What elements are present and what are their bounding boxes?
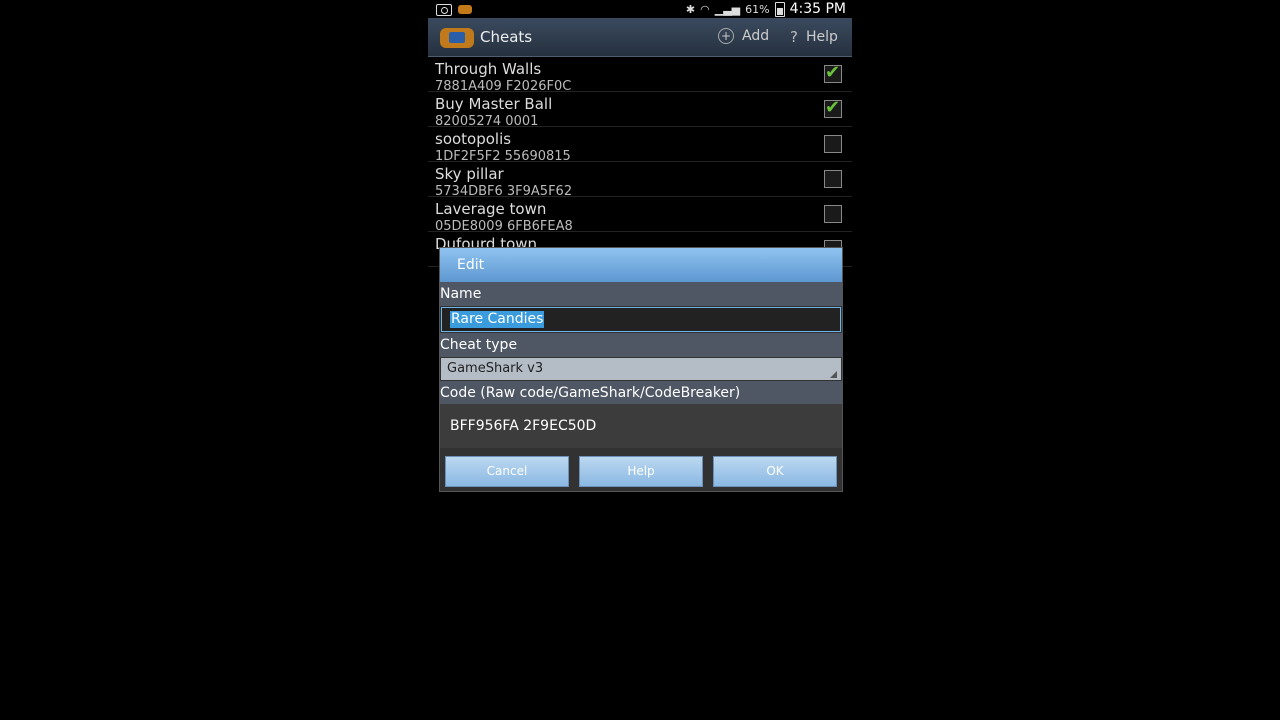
cheat-row[interactable]: Sky pillar 5734DBF6 3F9A5F62 <box>428 162 852 197</box>
phone-screen: ✱ ◠ ▁▃▅ 61% 4:35 PM Cheats + Add ? Help … <box>428 0 852 720</box>
cheat-name: sootopolis <box>435 130 512 148</box>
cheat-enabled-checkbox[interactable] <box>824 97 842 118</box>
code-label-text: Code (Raw code/GameShark/CodeBreaker) <box>440 385 741 401</box>
screen-title: Cheats <box>480 28 533 46</box>
help-button[interactable]: ? Help <box>790 28 838 46</box>
code-label: Code (Raw code/GameShark/CodeBreaker) <box>440 381 842 405</box>
cheat-type-select[interactable]: GameShark v3 <box>441 358 841 380</box>
dialog-title-bar: Edit <box>440 248 842 282</box>
cheat-enabled-checkbox[interactable] <box>824 62 842 83</box>
cheat-row[interactable]: Laverage town 05DE8009 6FB6FEA8 <box>428 197 852 232</box>
cheat-name: Buy Master Ball <box>435 95 553 113</box>
cancel-button[interactable]: Cancel <box>445 456 569 487</box>
help-label: Help <box>805 29 838 45</box>
cheat-enabled-checkbox[interactable] <box>824 135 842 153</box>
name-field-value: Rare Candies <box>450 311 545 328</box>
code-field[interactable]: BFF956FA 2F9EC50D <box>440 404 842 448</box>
camera-icon <box>436 4 452 16</box>
name-label-text: Name <box>440 286 482 302</box>
ok-button[interactable]: OK <box>713 456 837 487</box>
help-icon: ? <box>790 28 798 46</box>
name-label: Name <box>440 282 842 306</box>
gba-notification-icon <box>458 5 472 14</box>
name-field[interactable]: Rare Candies <box>441 307 841 332</box>
status-bar: ✱ ◠ ▁▃▅ 61% 4:35 PM <box>428 0 852 18</box>
bluetooth-icon: ✱ <box>685 2 696 16</box>
clock: 4:35 PM <box>789 1 846 17</box>
battery-percent: 61% <box>745 2 770 16</box>
cheat-enabled-checkbox[interactable] <box>824 170 842 188</box>
gba-app-icon[interactable] <box>440 28 474 48</box>
action-bar: Cheats + Add ? Help <box>428 18 852 57</box>
battery-icon <box>774 1 785 17</box>
signal-icon: ▁▃▅ <box>714 2 741 16</box>
cheat-type-label: Cheat type <box>440 333 842 357</box>
cheat-row[interactable]: Buy Master Ball 82005274 0001 <box>428 92 852 127</box>
dropdown-corner-icon <box>830 371 837 378</box>
cheat-code: 1DF2F5F2 55690815 <box>435 149 571 162</box>
cheat-row[interactable]: sootopolis 1DF2F5F2 55690815 <box>428 127 852 162</box>
cheat-list: Through Walls7881A409 F2026F0CBuy Master… <box>428 57 852 267</box>
notification-icons <box>436 2 472 16</box>
add-button[interactable]: + Add <box>718 28 769 44</box>
wifi-icon: ◠ <box>700 2 710 16</box>
cheat-name: Sky pillar <box>435 165 504 183</box>
cheat-name: Laverage town <box>435 200 547 218</box>
help-dialog-button[interactable]: Help <box>579 456 703 487</box>
dialog-title: Edit <box>457 257 485 273</box>
cheat-code: 05DE8009 6FB6FEA8 <box>435 219 573 232</box>
cheat-type-value: GameShark v3 <box>447 361 544 376</box>
cheat-code: 82005274 0001 <box>435 114 539 127</box>
cheat-name: Through Walls <box>435 60 542 78</box>
edit-cheat-dialog: Edit Name Rare Candies Cheat type GameSh… <box>439 247 843 492</box>
code-field-value: BFF956FA 2F9EC50D <box>450 418 597 434</box>
cheat-row[interactable]: Through Walls 7881A409 F2026F0C <box>428 57 852 92</box>
cheat-enabled-checkbox[interactable] <box>824 205 842 223</box>
plus-icon: + <box>718 28 734 44</box>
cheat-type-label-text: Cheat type <box>440 337 518 353</box>
system-icons: ✱ ◠ ▁▃▅ 61% 4:35 PM <box>686 0 846 18</box>
cheat-code: 7881A409 F2026F0C <box>435 79 572 92</box>
add-label: Add <box>742 28 770 44</box>
cheat-code: 5734DBF6 3F9A5F62 <box>435 184 573 197</box>
